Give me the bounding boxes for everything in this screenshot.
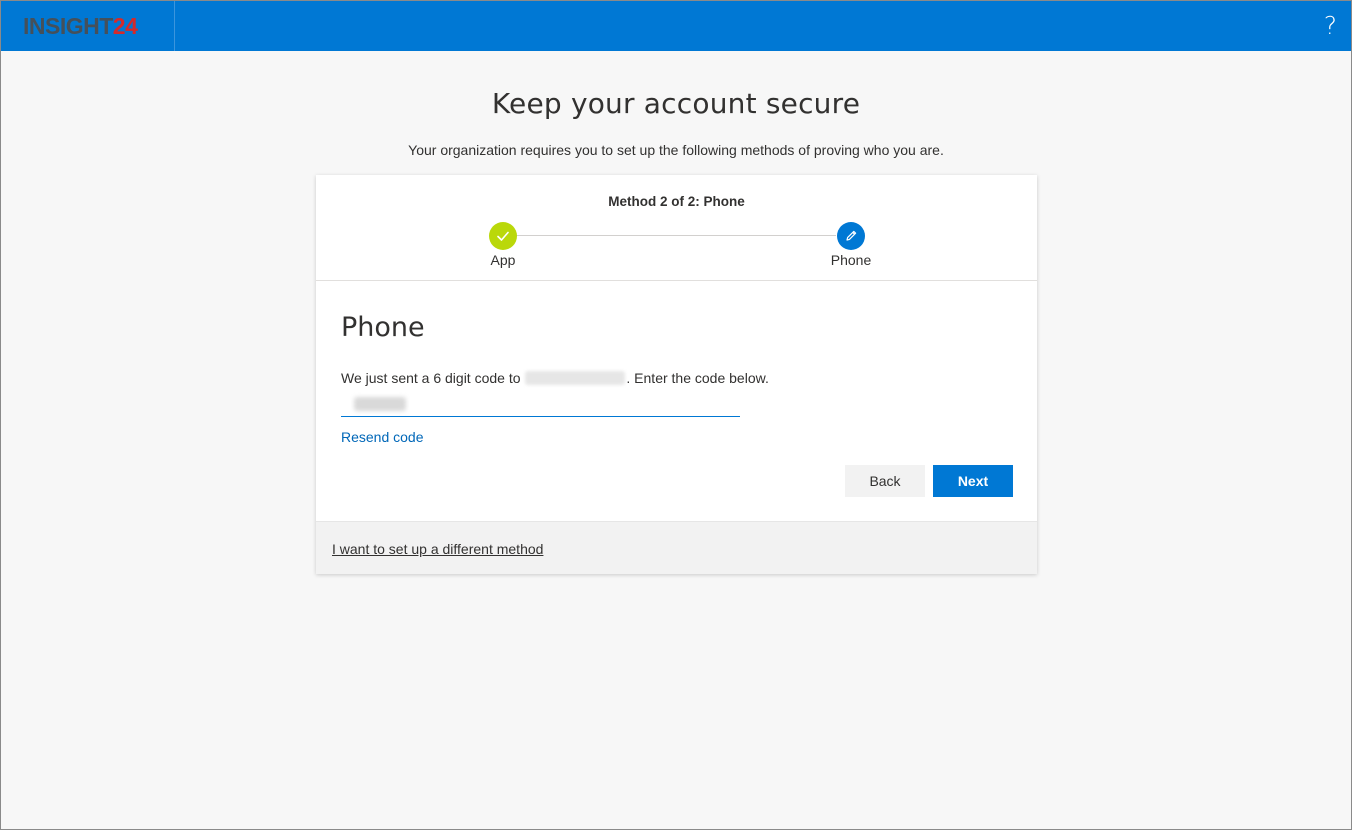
step-app-label: App: [490, 252, 516, 268]
progress-header: Method 2 of 2: Phone App Phone: [316, 175, 1037, 281]
masked-phone-number: [525, 371, 626, 385]
back-button[interactable]: Back: [845, 465, 925, 497]
top-bar: INSIGHT24 ?: [1, 1, 1351, 51]
method-label: Method 2 of 2: Phone: [608, 194, 745, 209]
page-title: Keep your account secure: [491, 87, 861, 120]
help-icon[interactable]: ?: [1324, 12, 1337, 40]
verification-code-input[interactable]: [341, 391, 740, 417]
step-phone-label: Phone: [830, 252, 872, 268]
next-button[interactable]: Next: [933, 465, 1013, 497]
section-title: Phone: [341, 312, 425, 343]
masked-code-value: [354, 396, 406, 411]
setup-card: Method 2 of 2: Phone App Phone Phone We …: [316, 175, 1037, 574]
step-connector: [516, 235, 836, 236]
step-app-indicator: [489, 222, 517, 250]
check-icon: [497, 231, 509, 241]
resend-code-link[interactable]: Resend code: [341, 429, 424, 445]
code-instruction: We just sent a 6 digit code to . Enter t…: [341, 370, 769, 386]
card-footer: I want to set up a different method: [316, 521, 1037, 574]
page-subtitle: Your organization requires you to set up…: [408, 142, 944, 158]
step-phone-indicator: [837, 222, 865, 250]
logo-container: INSIGHT24: [1, 1, 175, 51]
company-logo: INSIGHT24: [23, 12, 138, 39]
different-method-link[interactable]: I want to set up a different method: [332, 541, 543, 557]
pencil-icon: [846, 230, 857, 241]
